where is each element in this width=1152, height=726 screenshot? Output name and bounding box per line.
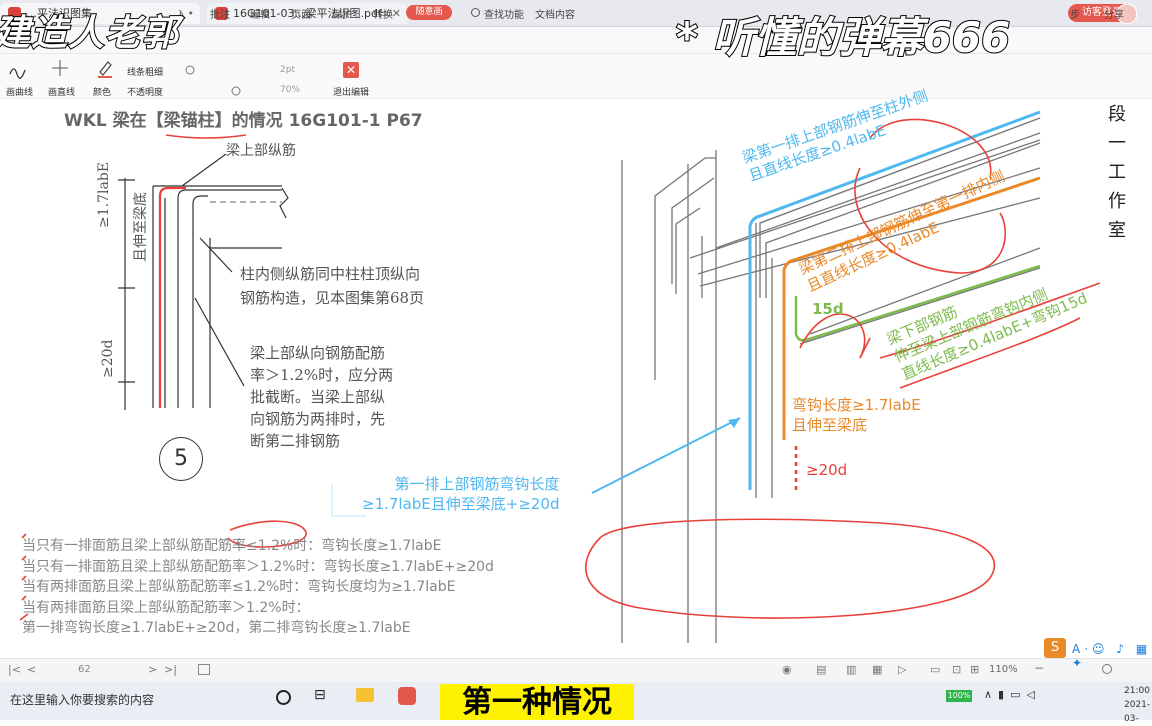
opacity-slider-knob bbox=[231, 86, 241, 96]
menu-page[interactable]: 页面 bbox=[291, 6, 311, 21]
continuous-icon[interactable]: ▦ bbox=[872, 663, 882, 676]
note-column-inner: 柱内侧纵筋同中柱柱顶纵向 钢筋构造，见本图集第68页 bbox=[240, 265, 425, 307]
blue-pointer-line bbox=[591, 417, 741, 494]
orange-annotation-hook: 弯钩长度≥1.7labE 且伸至梁底 bbox=[792, 396, 921, 434]
play-icon[interactable]: ▷ bbox=[898, 663, 906, 676]
cortana-icon[interactable] bbox=[276, 690, 291, 705]
red-20d-label: ≥20d bbox=[806, 461, 848, 479]
width-slider-knob bbox=[185, 65, 195, 75]
fit-width-icon[interactable]: ⊡ bbox=[952, 663, 961, 676]
bottom-notes: 当只有一排面筋且梁上部纵筋配筋率≤1.2%时：弯钩长度≥1.7labE 当只有一… bbox=[22, 538, 494, 636]
exit-edit-button[interactable]: 退出编辑 bbox=[333, 85, 369, 98]
menu-edit[interactable]: 编辑 bbox=[250, 6, 270, 21]
double-page-icon[interactable]: ▥ bbox=[846, 663, 856, 676]
battery-indicator[interactable]: 100% bbox=[946, 690, 972, 702]
eye-icon[interactable]: ◉ bbox=[782, 663, 792, 676]
rotate-icon[interactable]: ⊞ bbox=[970, 663, 979, 676]
menu-share[interactable]: 分享 bbox=[1104, 6, 1124, 21]
label-beam-top-rebar: 梁上部纵筋 bbox=[226, 143, 296, 159]
menu-protect[interactable]: 保护 bbox=[332, 6, 352, 21]
streamer-name-overlay: 建造人老郭 bbox=[0, 12, 180, 55]
file-explorer-icon[interactable] bbox=[356, 688, 374, 702]
video-subtitle: 第一种情况 bbox=[440, 684, 634, 720]
menu-read[interactable]: 文档内容 bbox=[535, 6, 575, 21]
fullscreen-icon[interactable]: ▭ bbox=[930, 663, 940, 676]
blue-annotation-hook-length: 第一排上部钢筋弯钩长度 ≥1.7labE且伸至梁底+≥20d bbox=[362, 475, 560, 513]
page-number-input[interactable]: 62 bbox=[78, 664, 91, 675]
tool-line[interactable]: 画直线 bbox=[48, 85, 75, 98]
label-vertical-to-bottom: 且伸至梁底 bbox=[133, 192, 149, 262]
color-swatch bbox=[98, 76, 112, 78]
danmaku-overlay: * 听懂的弹幕666 bbox=[675, 12, 1011, 63]
line-icon bbox=[52, 60, 68, 76]
tool-line-width-label: 线条粗细 bbox=[127, 68, 164, 78]
opacity-value[interactable]: 70% bbox=[280, 85, 300, 95]
menu-step[interactable]: 步 bbox=[1070, 6, 1080, 21]
menu-search[interactable]: 查找功能 bbox=[484, 6, 524, 21]
system-tray-icons[interactable]: ∧▮▭◁ bbox=[984, 688, 1041, 701]
green-15d-label: 15d bbox=[812, 300, 844, 318]
tool-color[interactable]: 颜色 bbox=[93, 85, 111, 98]
fit-page-icon[interactable] bbox=[198, 664, 210, 675]
line-width-value[interactable]: 2pt bbox=[280, 65, 295, 75]
zoom-out-icon[interactable]: − bbox=[1034, 661, 1044, 675]
label-vertical-length: ≥1.7labE bbox=[96, 161, 112, 228]
tab-dot-icon[interactable]: • bbox=[188, 3, 195, 24]
prev-page-icon[interactable]: < bbox=[27, 663, 36, 676]
task-view-icon[interactable]: ⊟ bbox=[314, 687, 326, 703]
pen-color-icon bbox=[99, 61, 112, 76]
zoom-level[interactable]: 110% bbox=[989, 664, 1018, 675]
search-icon bbox=[471, 8, 480, 17]
taskbar-search-input[interactable]: 在这里输入你要搜索的内容 bbox=[10, 691, 154, 708]
pdf-app-icon[interactable] bbox=[398, 687, 416, 705]
red-rebar-left bbox=[158, 186, 186, 408]
menu-convert[interactable]: 转换 bbox=[373, 6, 393, 21]
curve-icon bbox=[9, 68, 26, 79]
tool-opacity-label: 不透明度 bbox=[127, 88, 164, 98]
note-reinforcement-ratio: 梁上部纵向钢筋配筋 率＞1.2%时，应分两 批截断。当梁上部纵 向钢筋为两排时，… bbox=[250, 344, 394, 450]
tool-curve[interactable]: 画曲线 bbox=[6, 85, 33, 98]
single-page-icon[interactable]: ▤ bbox=[816, 663, 826, 676]
ime-logo-icon[interactable]: S bbox=[1044, 638, 1066, 658]
menu-annotate[interactable]: 批注 bbox=[210, 6, 230, 21]
blue-bracket bbox=[331, 484, 366, 517]
first-page-icon[interactable]: |< bbox=[8, 663, 21, 676]
last-page-icon[interactable]: >| bbox=[164, 663, 177, 676]
detail-number-badge: 5 bbox=[159, 437, 203, 481]
exit-edit-icon[interactable]: ✕ bbox=[343, 62, 359, 78]
doc-title: WKL 梁在【梁锚柱】的情况 16G101-1 P67 bbox=[64, 111, 423, 131]
menu-freehand-active[interactable]: 随意画 bbox=[406, 5, 452, 20]
label-20d: ≥20d bbox=[100, 339, 116, 378]
next-page-icon[interactable]: > bbox=[148, 663, 157, 676]
studio-watermark: 段 一 工 作 室 bbox=[1104, 100, 1130, 250]
ime-toolbar-icons[interactable]: A·☺ ♪ ▦ ✦ bbox=[1072, 642, 1152, 670]
